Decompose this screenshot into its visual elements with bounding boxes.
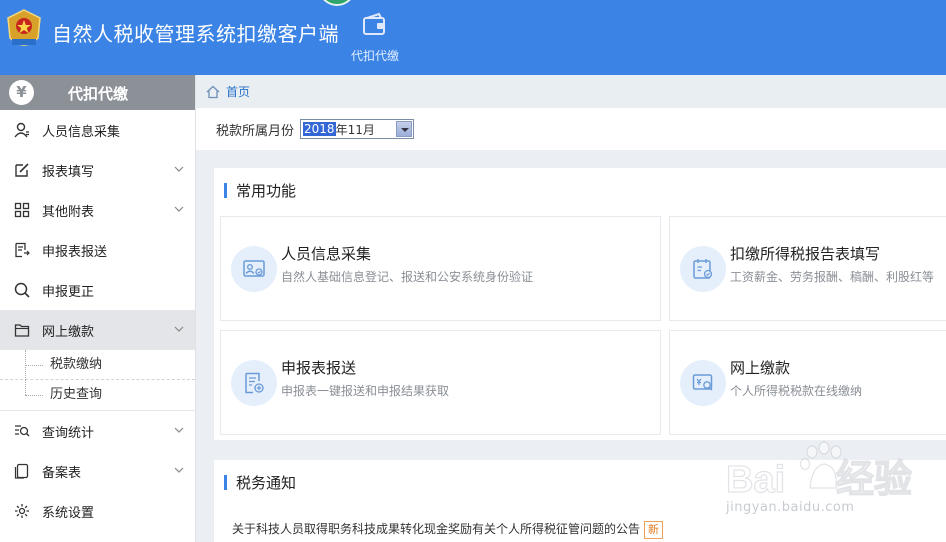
sidebar-item-label: 报表填写	[42, 164, 95, 180]
sidebar-item-label: 申报表报送	[42, 244, 108, 260]
sidebar-sublist: 税款缴纳 历史查询	[0, 350, 195, 411]
sidebar-item-label: 网上缴款	[42, 324, 95, 340]
home-icon	[206, 85, 220, 98]
common-functions-panel: 常用功能 人员信息采集 自然人基础信息登记、报送和公安系统身份验证 扣缴所得税报…	[214, 168, 946, 440]
app-title: 自然人税收管理系统扣缴客户端	[52, 22, 339, 46]
card-person-info[interactable]: 人员信息采集 自然人基础信息登记、报送和公安系统身份验证	[220, 216, 661, 321]
card-online-payment[interactable]: 网上缴款 个人所得税税款在线缴纳	[669, 330, 946, 435]
calendar-form-icon	[680, 246, 726, 292]
header-tab-label: 代扣代缴	[350, 49, 399, 63]
sidebar-item-query-stats[interactable]: 查询统计	[0, 411, 195, 451]
card-title: 申报表报送	[281, 359, 357, 377]
query-stats-icon	[15, 425, 30, 437]
search-icon	[14, 282, 30, 298]
sidebar-item-label: 人员信息采集	[42, 124, 121, 140]
card-description: 自然人基础信息登记、报送和公安系统身份验证	[281, 270, 534, 284]
form-upload-icon	[231, 360, 277, 406]
header-tab-withholding[interactable]: 代扣代缴	[340, 0, 410, 75]
tax-emblem-icon	[7, 9, 41, 46]
tree-line	[25, 365, 43, 366]
sidebar-subitem-history[interactable]: 历史查询	[0, 380, 195, 410]
notice-item[interactable]: 关于科技人员取得职务科技成果转化现金奖励有关个人所得税征管问题的公告新	[232, 520, 664, 539]
sidebar-item-label: 查询统计	[42, 425, 95, 441]
form-send-icon	[15, 242, 30, 258]
chevron-down-icon	[174, 467, 184, 473]
app-header: 自然人税收管理系统扣缴客户端 代扣代缴	[0, 0, 946, 75]
chevron-down-icon	[174, 206, 184, 212]
wallet-icon	[363, 12, 385, 35]
chevron-down-icon	[174, 427, 184, 433]
sidebar-item-other-schedules[interactable]: 其他附表	[0, 190, 195, 230]
sidebar-item-label: 备案表	[42, 465, 82, 481]
svg-text:经验: 经验	[836, 459, 912, 501]
breadcrumb: 首页	[196, 75, 946, 108]
tax-month-value-year: 2018	[303, 122, 336, 136]
dropdown-arrow-icon[interactable]	[396, 121, 413, 137]
card-description: 申报表一键报送和申报结果获取	[281, 384, 450, 398]
chevron-down-icon	[174, 166, 184, 172]
person-icon	[14, 122, 29, 138]
tax-month-select[interactable]: 2018 年11月	[300, 119, 415, 139]
tax-month-bar: 税款所属月份 2018 年11月	[196, 108, 946, 150]
edit-icon	[15, 163, 29, 177]
sidebar: ¥ 代扣代缴 人员信息采集 报表填写 其他附表 申报表报送 申报更正 网上缴款 …	[0, 75, 196, 542]
card-submit-report[interactable]: 申报表报送 申报表一键报送和申报结果获取	[220, 330, 661, 435]
new-badge: 新	[644, 521, 664, 539]
sidebar-item-label: 系统设置	[42, 505, 95, 521]
breadcrumb-home-link[interactable]: 首页	[226, 83, 250, 100]
notice-link[interactable]: 关于科技人员取得职务科技成果转化现金奖励有关个人所得税征管问题的公告	[232, 522, 640, 536]
sidebar-header: ¥ 代扣代缴	[0, 75, 195, 110]
tree-line	[25, 380, 26, 395]
svg-text:Bai: Bai	[726, 459, 785, 501]
panel-title: 税务通知	[224, 472, 296, 493]
tax-month-value-rest: 年11月	[335, 122, 375, 137]
tree-line	[25, 395, 43, 396]
sidebar-item-person-info[interactable]: 人员信息采集	[0, 110, 195, 150]
copy-icon	[14, 463, 29, 479]
gear-icon	[15, 504, 29, 518]
sidebar-item-filing-forms[interactable]: 备案表	[0, 451, 195, 491]
sidebar-subitem-tax-payment[interactable]: 税款缴纳	[0, 350, 195, 380]
sidebar-item-label: 其他附表	[42, 204, 95, 220]
sidebar-header-label: 代扣代缴	[67, 85, 128, 103]
card-title: 扣缴所得税报告表填写	[730, 245, 881, 263]
folder-icon	[14, 324, 30, 337]
sidebar-item-report-fill[interactable]: 报表填写	[0, 150, 195, 190]
card-title: 网上缴款	[730, 359, 791, 377]
chevron-down-icon	[174, 326, 184, 332]
sidebar-item-correction[interactable]: 申报更正	[0, 270, 195, 310]
grid-icon	[14, 202, 30, 218]
card-withholding-report[interactable]: 扣缴所得税报告表填写 工资薪金、劳务报酬、稿酬、利股红等	[669, 216, 946, 321]
panel-title: 常用功能	[224, 180, 296, 201]
card-description: 工资薪金、劳务报酬、稿酬、利股红等	[730, 270, 935, 284]
id-card-icon	[231, 246, 277, 292]
sidebar-item-submit-report[interactable]: 申报表报送	[0, 230, 195, 270]
tax-month-label: 税款所属月份	[216, 123, 295, 139]
card-title: 人员信息采集	[281, 245, 372, 263]
payment-icon	[680, 360, 726, 406]
sidebar-item-label: 申报更正	[42, 284, 95, 300]
sidebar-subitem-label: 税款缴纳	[50, 357, 103, 372]
baidu-jingyan-watermark: Bai 经验	[726, 441, 913, 502]
sidebar-item-online-payment[interactable]: 网上缴款	[0, 310, 195, 350]
sidebar-item-settings[interactable]: 系统设置	[0, 491, 195, 531]
card-description: 个人所得税税款在线缴纳	[730, 384, 863, 398]
watermark-text: jingyan.baidu.com	[726, 500, 855, 515]
sidebar-subitem-label: 历史查询	[50, 387, 103, 402]
